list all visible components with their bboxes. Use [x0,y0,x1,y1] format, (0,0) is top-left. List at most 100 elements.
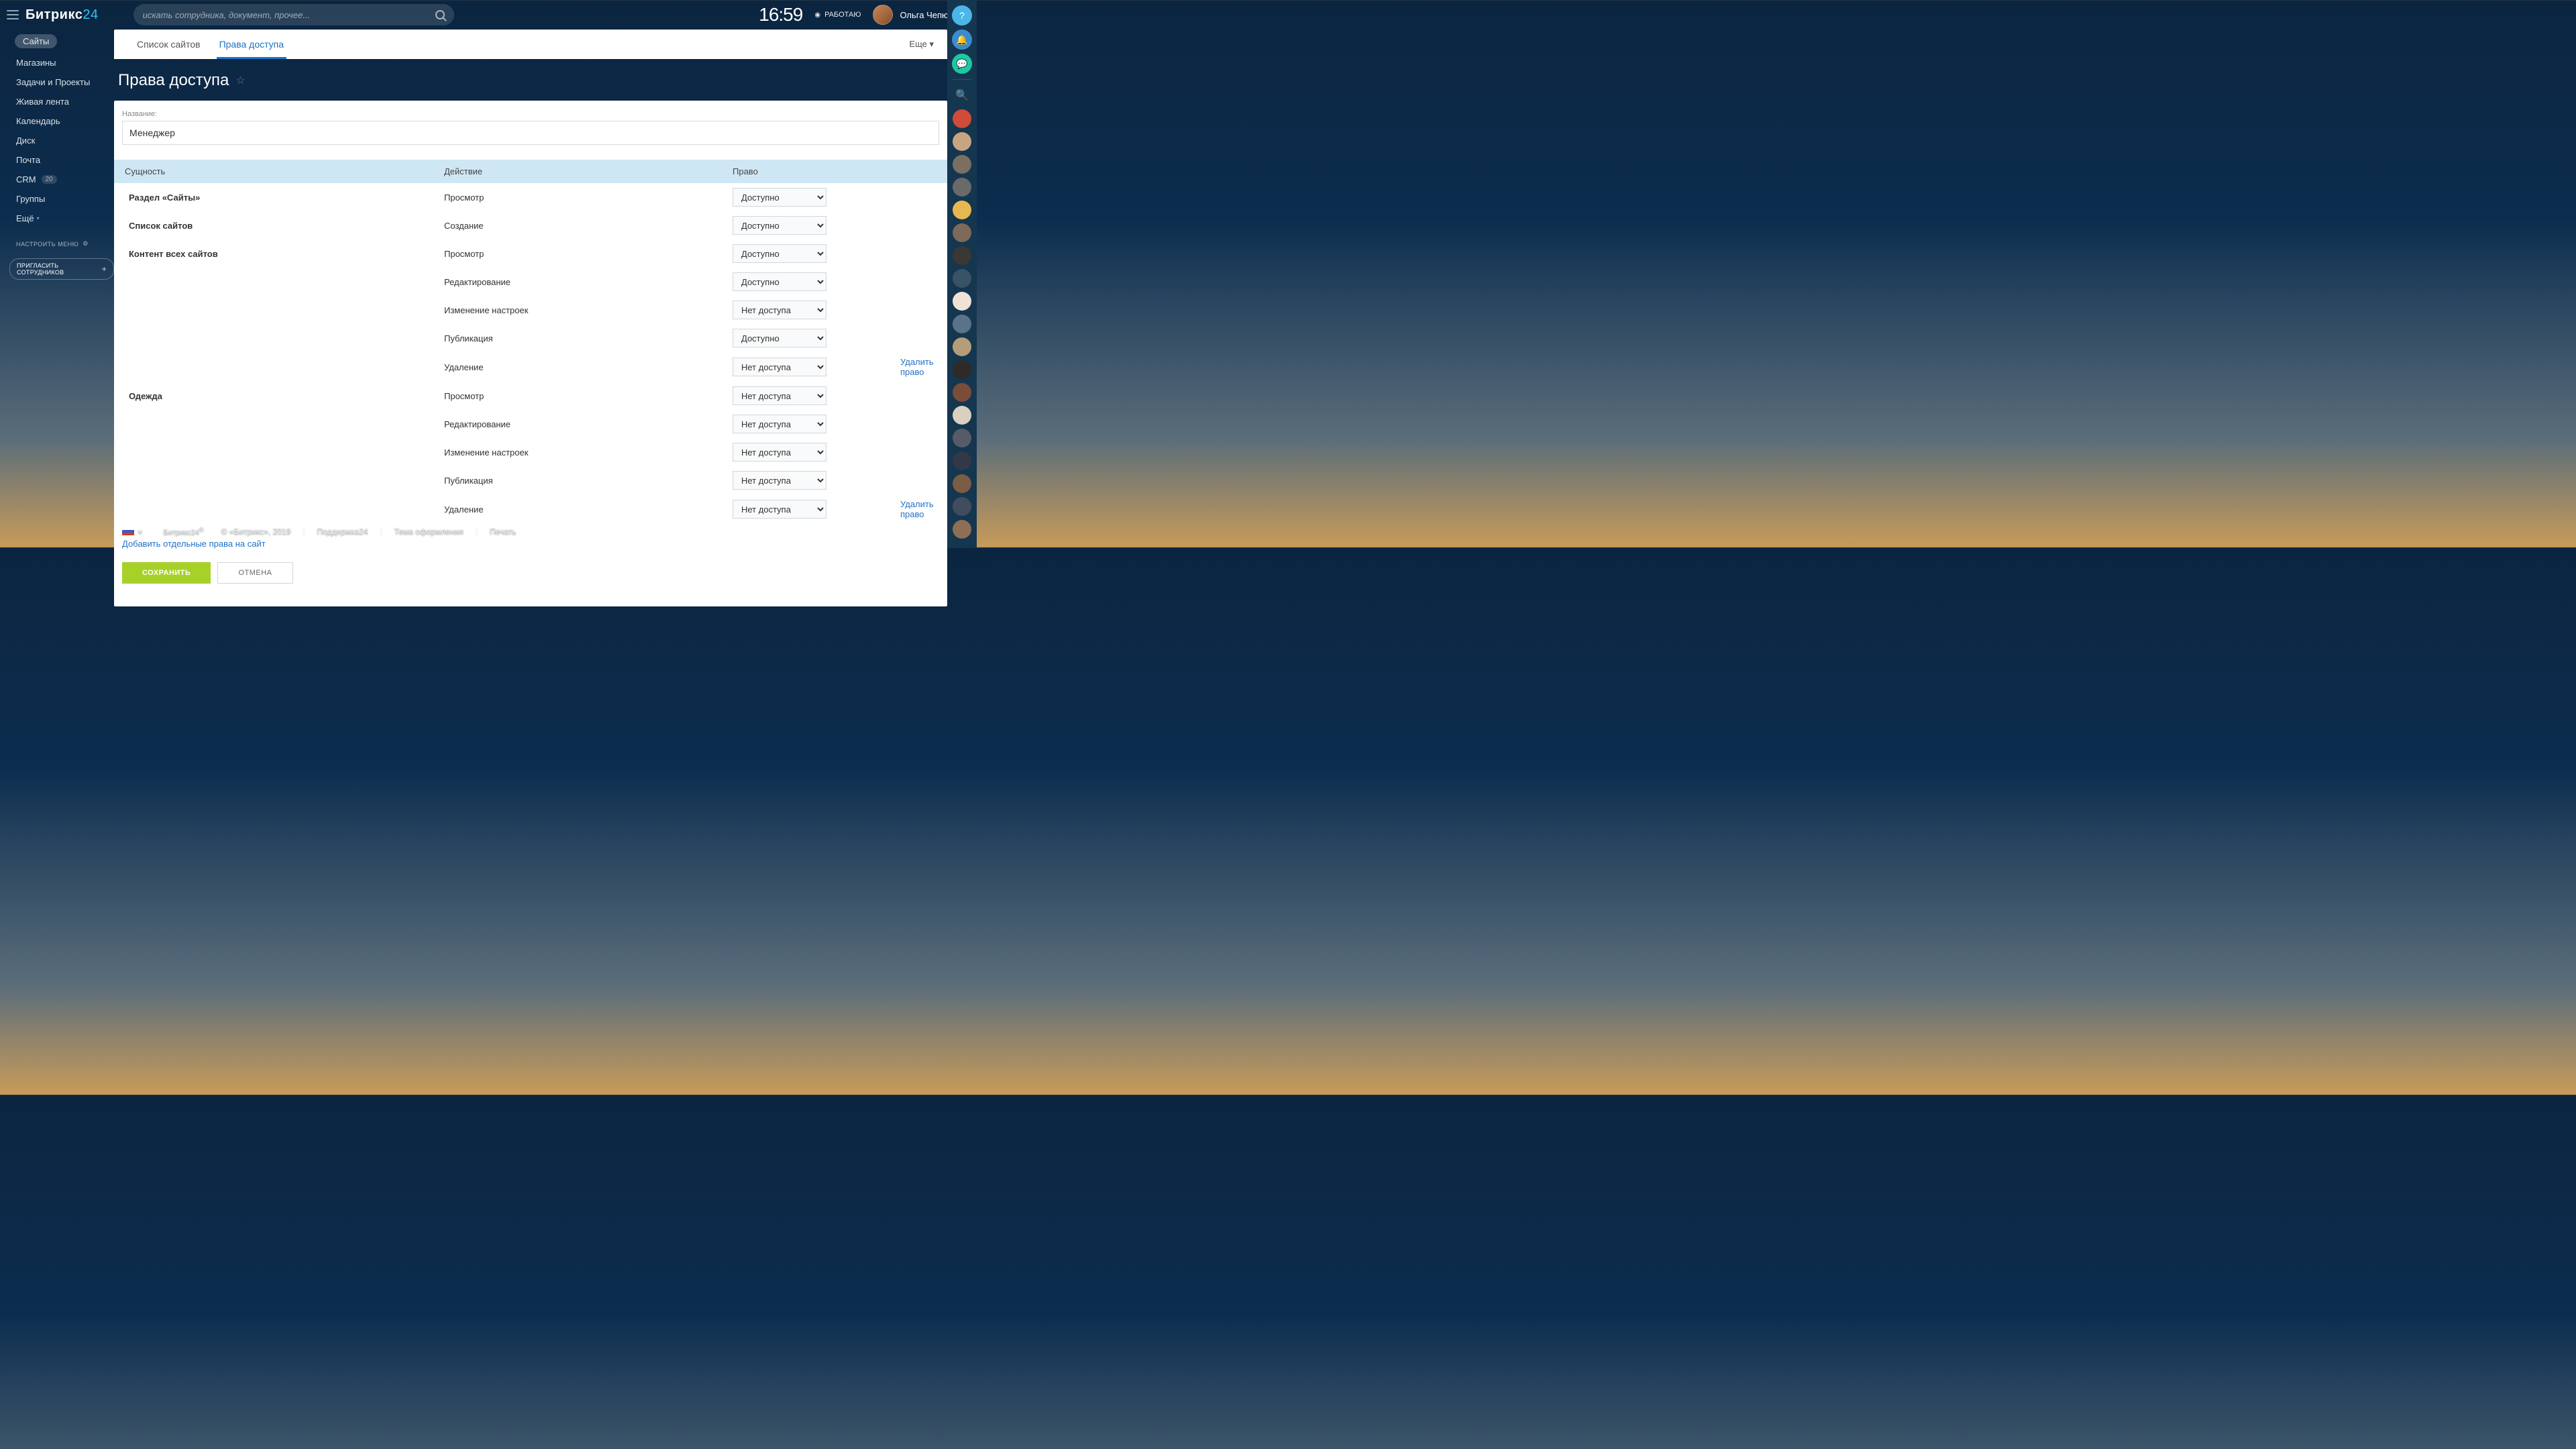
menu-toggle-icon[interactable] [7,10,19,19]
delete-right-link[interactable]: Удалить право [900,357,934,377]
table-row: УдалениеНет доступаУдалить право [114,494,947,524]
permission-select[interactable]: Нет доступа [733,443,826,462]
footer-print[interactable]: Печать [490,527,516,536]
footer: ▾ Битрикс24© © «Битрикс», 2019 | Поддерж… [114,525,947,538]
tabs-more[interactable]: Еще ▾ [909,39,934,50]
entity-cell [114,352,435,382]
sidebar-configure[interactable]: НАСТРОИТЬ МЕНЮ ⚙ [0,228,114,254]
sidebar-item[interactable]: Группы [0,189,114,209]
chevron-down-icon: ▾ [138,527,142,536]
permission-select[interactable]: Доступно [733,244,826,263]
right-cell: Доступно [723,268,891,296]
entity-cell: Контент всех сайтов [114,239,435,268]
permission-select[interactable]: Доступно [733,329,826,347]
app-logo[interactable]: Битрикс24 [25,7,99,23]
table-row: Раздел «Сайты»ПросмотрДоступно [114,183,947,211]
tab[interactable]: Права доступа [210,30,293,59]
table-row: РедактированиеДоступно [114,268,947,296]
rail-contact[interactable] [953,178,971,197]
save-button[interactable]: СОХРАНИТЬ [122,562,211,584]
permission-select[interactable]: Нет доступа [733,471,826,490]
rail-contact[interactable] [953,383,971,402]
sidebar-item[interactable]: Диск [0,131,114,150]
sidebar-item[interactable]: CRM20 [0,170,114,189]
rail-contact[interactable] [953,155,971,174]
rail-contact[interactable] [953,132,971,151]
permission-select[interactable]: Нет доступа [733,358,826,376]
sidebar-item[interactable]: Сайты [0,30,114,53]
search-input[interactable] [143,10,435,20]
rail-contact[interactable] [953,474,971,493]
sidebar-item-label: Сайты [15,34,57,48]
configure-label: НАСТРОИТЬ МЕНЮ [16,241,78,248]
sidebar-item[interactable]: Почта [0,150,114,170]
role-name-input[interactable] [122,121,939,145]
action-cell: Изменение настроек [435,296,723,324]
entity-cell [114,324,435,352]
sidebar-item[interactable]: Календарь [0,111,114,131]
language-picker[interactable]: ▾ [118,525,146,538]
sidebar-item-label: Живая лента [16,97,69,107]
permission-select[interactable]: Нет доступа [733,415,826,433]
global-search[interactable] [133,4,454,25]
rail-contact[interactable] [953,360,971,379]
action-cell: Публикация [435,324,723,352]
page-title-row: Права доступа ☆ [114,59,947,101]
add-rights-link[interactable]: Добавить отдельные права на сайт [122,539,266,549]
table-row: ПубликацияНет доступа [114,466,947,494]
table-row: Удаление Нет доступа Удалить право [114,352,947,382]
rail-contact[interactable] [953,497,971,516]
rail-contact[interactable] [953,109,971,128]
main-area: Список сайтовПрава доступаЕще ▾ Права до… [114,30,947,547]
chat-icon[interactable]: 💬 [952,54,972,74]
footer-support[interactable]: Поддержка24 [317,527,368,536]
sidebar-item[interactable]: Задачи и Проекты [0,72,114,92]
work-status[interactable]: РАБОТАЮ [814,11,861,19]
action-cell: Просмотр [435,183,723,211]
rail-contact[interactable] [953,292,971,311]
sidebar-item[interactable]: Живая лента [0,92,114,111]
permission-select[interactable]: Нет доступа [733,500,826,519]
rail-contact[interactable] [953,246,971,265]
permission-select[interactable]: Доступно [733,188,826,207]
rail-contact[interactable] [953,201,971,219]
search-icon[interactable] [435,10,445,19]
rail-contact[interactable] [953,269,971,288]
rail-contact[interactable] [953,451,971,470]
header-right: 16:59 РАБОТАЮ Ольга Чепюк ▾ [759,4,962,25]
rail-contact[interactable] [953,520,971,539]
footer-brand[interactable]: Битрикс24© [158,525,209,538]
table-row: ОдеждаПросмотрНет доступа [114,382,947,410]
favorite-star-icon[interactable]: ☆ [235,74,245,87]
sidebar-item[interactable]: Магазины [0,53,114,72]
permission-select[interactable]: Нет доступа [733,301,826,319]
right-cell: Нет доступа [723,296,891,324]
right-cell: Нет доступа [723,410,891,438]
rail-contact[interactable] [953,223,971,242]
permission-select[interactable]: Доступно [733,216,826,235]
permission-select[interactable]: Доступно [733,272,826,291]
cancel-button[interactable]: ОТМЕНА [217,562,292,584]
sidebar-more[interactable]: Ещё ▾ [0,209,114,228]
bell-icon[interactable]: 🔔 [952,30,972,50]
permission-select[interactable]: Нет доступа [733,386,826,405]
rail-contact[interactable] [953,406,971,425]
right-rail: ? 🔔 💬 🔍 [947,0,977,547]
footer-theme[interactable]: Тема оформления [394,527,464,536]
rail-search-icon[interactable]: 🔍 [952,85,972,105]
rail-contact[interactable] [953,429,971,447]
rail-contact[interactable] [953,315,971,333]
help-icon[interactable]: ? [952,5,972,25]
right-cell: Доступно [723,324,891,352]
left-sidebar: Сайты МагазиныЗадачи и Проекты Живая лента… [0,30,114,547]
entity-cell [114,410,435,438]
delete-right-link[interactable]: Удалить право [900,499,934,519]
rail-contact[interactable] [953,337,971,356]
action-cell: Редактирование [435,410,723,438]
tab[interactable]: Список сайтов [127,30,210,59]
entity-cell [114,466,435,494]
action-cell: Удаление [435,352,723,382]
invite-button[interactable]: ПРИГЛАСИТЬ СОТРУДНИКОВ + [9,258,114,280]
col-action: Действие [435,160,723,183]
page-title: Права доступа [118,71,229,90]
